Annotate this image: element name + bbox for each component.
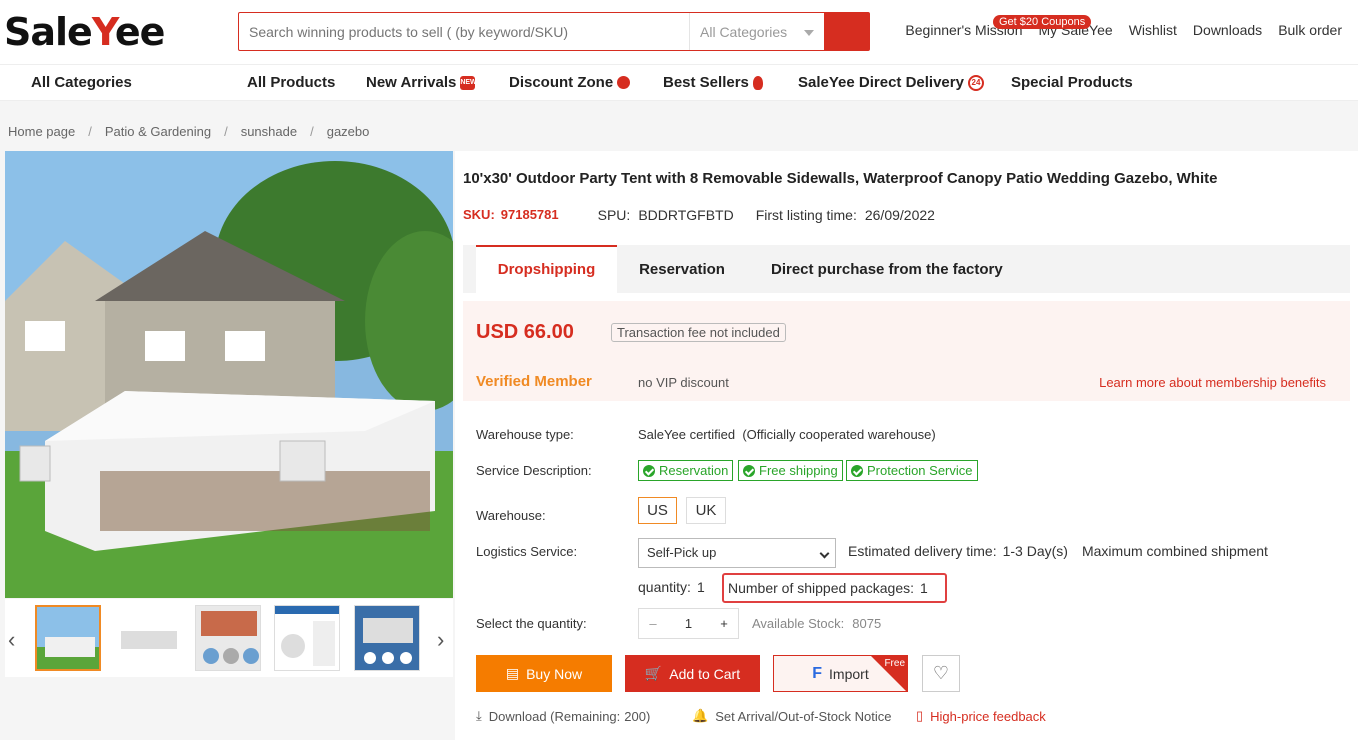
fire-icon	[752, 75, 763, 90]
top-bar: SaleYee All Categories Beginner's Missio…	[0, 0, 1358, 64]
feedback-icon: ▯	[916, 708, 924, 723]
downloads-link[interactable]: Downloads	[1193, 22, 1262, 38]
nav-all-categories[interactable]: All Categories	[31, 74, 132, 91]
product-title: 10'x30' Outdoor Party Tent with 8 Remova…	[463, 170, 1218, 187]
thumbnail-5[interactable]	[354, 605, 420, 671]
vip-status: no VIP discount	[638, 375, 729, 390]
saleyee-logo[interactable]: SaleYee	[4, 10, 165, 54]
buy-now-button[interactable]: ▤ Buy Now	[476, 655, 612, 692]
new-badge-icon: NEW	[460, 75, 477, 90]
check-icon	[643, 464, 655, 477]
tab-reservation[interactable]: Reservation	[617, 245, 747, 293]
search-bar: All Categories	[238, 12, 870, 51]
thumbnail-2[interactable]	[115, 605, 181, 671]
thumbnail-3[interactable]	[195, 605, 261, 671]
service-free-shipping: Free shipping	[738, 460, 843, 481]
search-button[interactable]	[824, 13, 869, 50]
spu-label: SPU:	[597, 207, 631, 223]
nav-discount-zone[interactable]: Discount Zone	[509, 74, 631, 91]
bulk-order-link[interactable]: Bulk order	[1278, 22, 1342, 38]
add-to-cart-button[interactable]: 🛒 Add to Cart	[625, 655, 760, 692]
nav-new-arrivals[interactable]: New Arrivals NEW	[366, 74, 477, 91]
coupon-badge[interactable]: Get $20 Coupons	[993, 15, 1092, 29]
qty-plus-button[interactable]: +	[710, 616, 738, 631]
breadcrumb-sunshade[interactable]: sunshade	[241, 124, 297, 139]
check-icon	[851, 464, 863, 477]
service-reservation: Reservation	[638, 460, 734, 481]
chevron-down-icon	[819, 548, 830, 559]
warehouse-type-value: SaleYee certified (Officially cooperated…	[638, 427, 936, 442]
qty-minus-button[interactable]: –	[639, 616, 667, 631]
logistics-label: Logistics Service:	[476, 544, 578, 559]
sku-label: SKU:	[463, 207, 495, 222]
download-icon: ⤓	[476, 708, 482, 723]
service-label: Service Description:	[476, 463, 592, 478]
price-box: USD 66.00 Transaction fee not included V…	[463, 301, 1350, 401]
product-main-image[interactable]	[5, 151, 453, 598]
nav-best-sellers[interactable]: Best Sellers	[663, 74, 763, 91]
download-link[interactable]: ⤓ Download (Remaining: 200)	[476, 708, 650, 724]
warehouse-label: Warehouse:	[476, 508, 546, 523]
price: USD 66.00	[476, 321, 574, 343]
listing-label: First listing time:	[755, 207, 857, 223]
nav-special-products[interactable]: Special Products	[1011, 74, 1133, 91]
warehouse-type-label: Warehouse type:	[476, 427, 574, 442]
check-icon	[743, 464, 755, 477]
thumbnail-strip: ‹ ›	[5, 599, 453, 677]
chevron-right-icon[interactable]: ›	[437, 627, 444, 653]
quantity-stepper: – 1 +	[638, 608, 739, 639]
price-feedback-link[interactable]: ▯ High-price feedback	[916, 708, 1046, 724]
fee-note: Transaction fee not included	[611, 323, 786, 342]
heart-icon[interactable]: ♡	[922, 655, 960, 692]
max-quantity: quantity: 1	[638, 579, 705, 595]
member-status: Verified Member	[476, 373, 592, 390]
warehouse-us[interactable]: US	[638, 497, 677, 524]
24h-icon: 24	[967, 74, 984, 91]
listing-value: 26/09/2022	[864, 207, 935, 223]
import-button[interactable]: F Import Free	[773, 655, 908, 692]
buy-icon: ▤	[505, 665, 520, 681]
tab-direct-purchase[interactable]: Direct purchase from the factory	[771, 245, 1003, 293]
service-protection: Protection Service	[846, 460, 978, 481]
free-label: Free	[884, 658, 905, 669]
nav-direct-delivery[interactable]: SaleYee Direct Delivery 24	[798, 74, 984, 91]
spu-value: BDDRTGFBTD	[638, 207, 734, 223]
qty-input[interactable]: 1	[667, 616, 710, 631]
discount-icon	[617, 76, 631, 89]
shipped-packages-highlight: Number of shipped packages: 1	[722, 573, 947, 603]
import-icon: F	[812, 664, 823, 682]
product-meta: SKU: 97185781 SPU: BDDRTGFBTD First list…	[463, 207, 935, 223]
product-info-panel: 10'x30' Outdoor Party Tent with 8 Remova…	[455, 151, 1358, 740]
breadcrumb-gazebo[interactable]: gazebo	[327, 124, 370, 139]
chevron-left-icon[interactable]: ‹	[8, 627, 15, 653]
breadcrumb-home[interactable]: Home page	[8, 124, 75, 139]
thumbnail-4[interactable]	[274, 605, 340, 671]
logistics-select[interactable]: Self-Pick up	[638, 538, 836, 568]
membership-link[interactable]: Learn more about membership benefits	[1099, 375, 1326, 390]
tab-dropshipping[interactable]: Dropshipping	[476, 245, 617, 293]
select-quantity-label: Select the quantity:	[476, 616, 587, 631]
top-links: Beginner's Mission My SaleYee Wishlist D…	[905, 22, 1358, 38]
nav-all-products[interactable]: All Products	[247, 74, 335, 91]
thumbnail-1[interactable]	[35, 605, 101, 671]
search-input[interactable]	[239, 13, 689, 50]
stock-notice-link[interactable]: 🔔 Set Arrival/Out-of-Stock Notice	[692, 708, 891, 724]
breadcrumb: Home page / Patio & Gardening / sunshade / …	[8, 124, 370, 139]
available-stock: Available Stock: 8075	[752, 616, 882, 631]
main-nav: All Categories All Products New Arrivals…	[0, 64, 1358, 101]
delivery-time: Estimated delivery time: 1-3 Day(s) Maximu…	[848, 543, 1268, 559]
breadcrumb-patio[interactable]: Patio & Gardening	[105, 124, 211, 139]
bell-icon: 🔔	[692, 708, 709, 723]
sku-value: 97185781	[500, 207, 559, 222]
warehouse-uk[interactable]: UK	[686, 497, 726, 524]
cart-icon: 🛒	[644, 665, 663, 681]
wishlist-link[interactable]: Wishlist	[1129, 22, 1177, 38]
chevron-down-icon	[804, 30, 814, 36]
category-select[interactable]: All Categories	[689, 13, 824, 50]
purchase-tabs: Dropshipping Reservation Direct purchase…	[463, 245, 1350, 293]
